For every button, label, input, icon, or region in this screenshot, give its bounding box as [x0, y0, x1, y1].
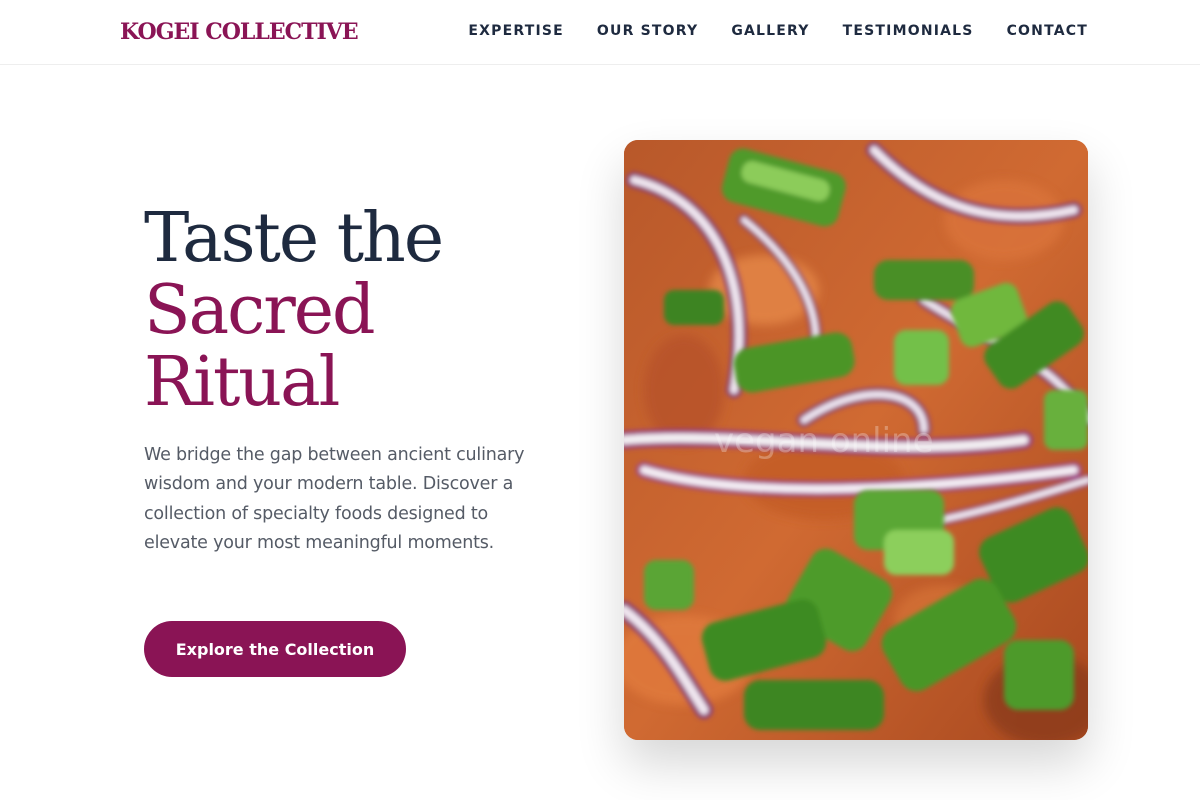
nav-link-our-story[interactable]: OUR STORY — [597, 23, 698, 39]
headline-line-1: Taste the — [144, 199, 444, 278]
hero-headline: Taste the Sacred Ritual — [144, 203, 544, 419]
site-header: KOGEI COLLECTIVE EXPERTISE OUR STORY GAL… — [0, 0, 1200, 65]
explore-collection-button[interactable]: Explore the Collection — [144, 621, 406, 677]
nav-link-gallery[interactable]: GALLERY — [731, 23, 809, 39]
nav-link-testimonials[interactable]: TESTIMONIALS — [843, 23, 974, 39]
food-photo-illustration: vegan online — [624, 140, 1088, 740]
nav-link-expertise[interactable]: EXPERTISE — [468, 23, 564, 39]
main-nav: EXPERTISE OUR STORY GALLERY TESTIMONIALS… — [468, 23, 1088, 39]
brand-logo[interactable]: KOGEI COLLECTIVE — [120, 19, 359, 45]
nav-link-contact[interactable]: CONTACT — [1007, 23, 1088, 39]
headline-line-2: Sacred — [144, 271, 376, 350]
hero-description: We bridge the gap between ancient culina… — [144, 445, 525, 553]
image-watermark: vegan online — [714, 421, 934, 461]
headline-line-3: Ritual — [144, 343, 340, 422]
hero-text: Taste the Sacred Ritual We bridge the ga… — [144, 203, 544, 558]
hero-food-image: vegan online — [624, 140, 1088, 740]
